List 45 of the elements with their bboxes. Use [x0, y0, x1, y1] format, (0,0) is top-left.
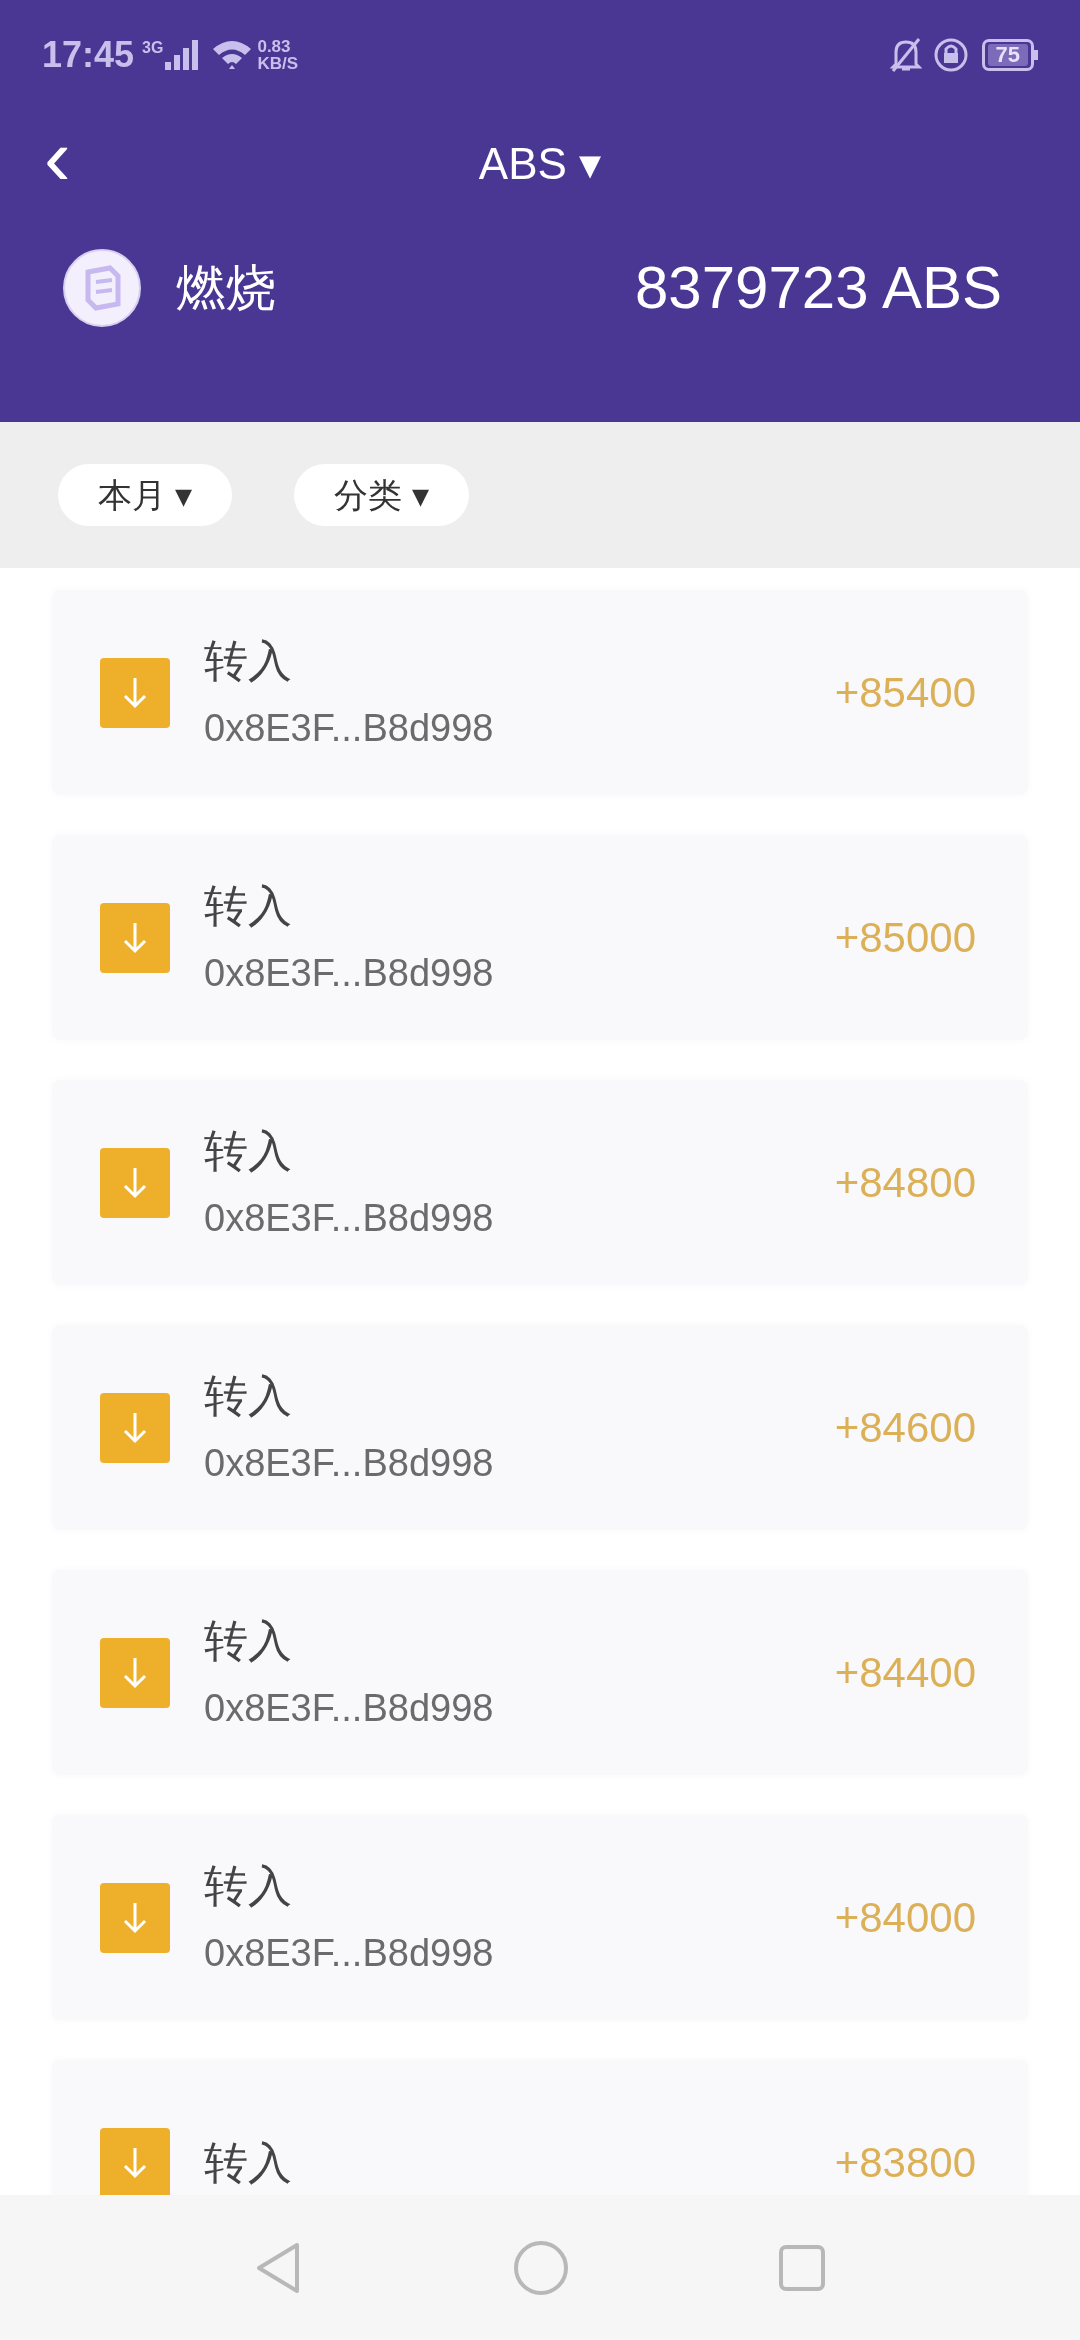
transaction-address: 0x8E3F...B8d998: [204, 1441, 495, 1486]
transaction-card[interactable]: 转入 0x8E3F...B8d998 +84400: [52, 1570, 1028, 1775]
network-speed-unit: KB/S: [257, 55, 299, 72]
transaction-card[interactable]: 转入 0x8E3F...B8d998 +85000: [52, 835, 1028, 1040]
network-type: 3G: [142, 38, 164, 58]
home-nav-icon[interactable]: [513, 2239, 569, 2296]
asset-name: 燃烧: [176, 258, 276, 318]
transaction-amount: +84800: [834, 1158, 976, 1208]
transaction-amount: +84000: [834, 1893, 976, 1943]
battery-indicator: 75: [981, 39, 1038, 71]
transaction-address: 0x8E3F...B8d998: [204, 951, 495, 996]
transaction-address: 0x8E3F...B8d998: [204, 1686, 495, 1731]
transaction-address: 0x8E3F...B8d998: [204, 1931, 495, 1976]
transaction-amount: +83800: [834, 2138, 976, 2188]
signal-icon: [165, 40, 200, 70]
transaction-type: 转入: [204, 1370, 293, 1422]
transaction-card[interactable]: 转入 +83800: [52, 2060, 1028, 2195]
rotation-lock-icon: [933, 38, 968, 72]
recents-nav-icon[interactable]: [779, 2244, 825, 2291]
wifi-icon: [211, 39, 254, 71]
muted-bell-icon: [889, 38, 922, 72]
filter-dropdown[interactable]: 分类 ▾: [294, 464, 469, 526]
transaction-card[interactable]: 转入 0x8E3F...B8d998 +85400: [52, 590, 1028, 795]
transaction-amount: +84600: [834, 1403, 976, 1453]
transaction-amount: +85000: [834, 913, 976, 963]
balance: 8379723 ABS: [635, 253, 1002, 323]
transaction-type: 转入: [204, 635, 293, 687]
transaction-type: 转入: [204, 880, 293, 932]
transaction-type: 转入: [204, 1615, 293, 1667]
network-speed: 0.83: [257, 38, 292, 55]
asset-dropdown[interactable]: ABS ▾: [478, 131, 602, 197]
transaction-card[interactable]: 转入 0x8E3F...B8d998 +84000: [52, 1815, 1028, 2020]
transaction-type: 转入: [204, 1125, 293, 1177]
transaction-address: 0x8E3F...B8d998: [204, 706, 495, 751]
transaction-card[interactable]: 转入 0x8E3F...B8d998 +84800: [52, 1080, 1028, 1285]
transaction-type: 转入: [204, 1860, 293, 1912]
transaction-amount: +85400: [834, 668, 976, 718]
filter-dropdown[interactable]: 本月 ▾: [58, 464, 233, 526]
back-button[interactable]: ‹: [0, 118, 110, 210]
transaction-type: 转入: [204, 2136, 293, 2189]
transaction-address: 0x8E3F...B8d998: [204, 1196, 495, 1241]
token-logo-icon: [62, 248, 142, 328]
transaction-amount: +84400: [834, 1648, 976, 1698]
transaction-card[interactable]: 转入 0x8E3F...B8d998 +84600: [52, 1325, 1028, 1530]
status-time: 17:45: [42, 33, 135, 77]
